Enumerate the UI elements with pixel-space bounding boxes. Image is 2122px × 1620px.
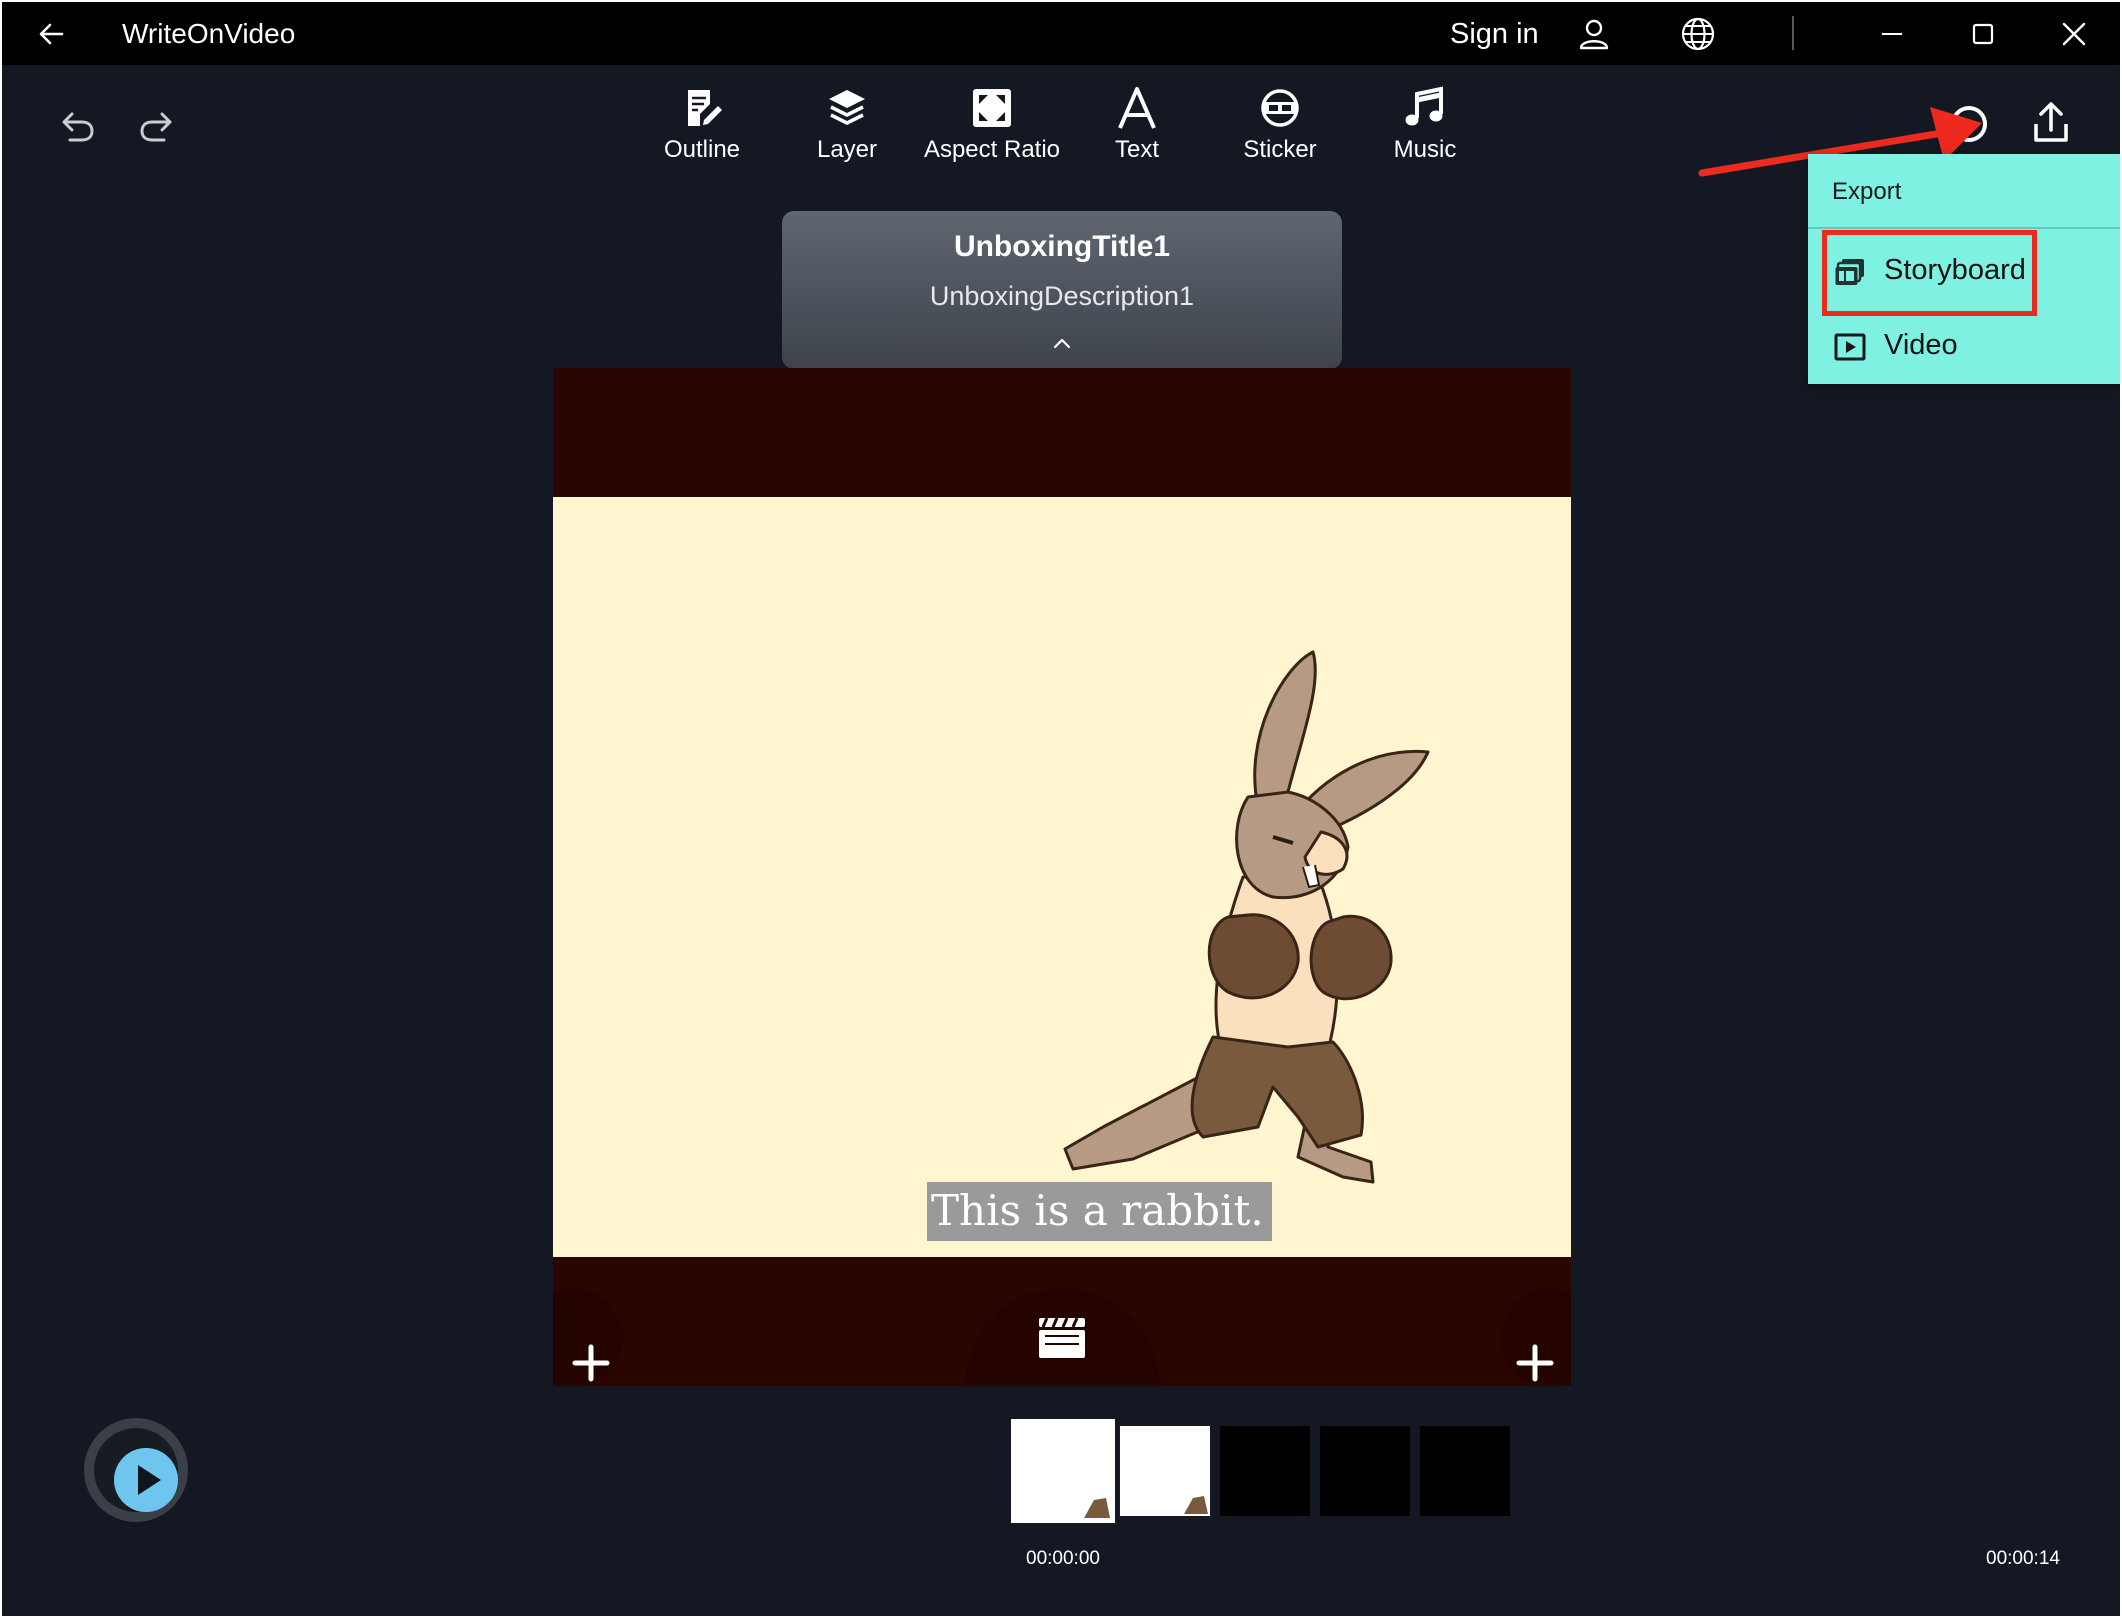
toolbar-aspect-ratio-label: Aspect Ratio bbox=[923, 136, 1061, 163]
sticker-icon bbox=[1261, 89, 1299, 127]
timeline-end-time: 00:00:14 bbox=[1986, 1548, 2060, 1569]
outline-icon bbox=[688, 90, 722, 126]
timeline-thumbnail[interactable] bbox=[1011, 1419, 1115, 1523]
clapperboard-icon[interactable] bbox=[1037, 1314, 1087, 1360]
app-title: WriteOnVideo bbox=[122, 18, 296, 49]
storyboard-highlight-box bbox=[1822, 230, 2037, 316]
timeline-thumbnail[interactable] bbox=[1120, 1426, 1210, 1516]
toolbar-layer-label: Layer bbox=[816, 136, 878, 163]
close-icon[interactable] bbox=[2054, 14, 2094, 54]
play-button-disc bbox=[114, 1448, 178, 1512]
title-bar-separator bbox=[1792, 16, 1794, 50]
export-share-icon[interactable] bbox=[2026, 98, 2076, 148]
toolbar-outline-label: Outline bbox=[663, 136, 741, 163]
timeline-thumbnail[interactable] bbox=[1420, 1426, 1510, 1516]
toolbar-outline-button[interactable]: Outline bbox=[632, 86, 772, 164]
sign-in-link[interactable]: Sign in bbox=[1450, 18, 1539, 51]
toolbar-aspect-ratio-button[interactable]: Aspect Ratio bbox=[922, 86, 1062, 164]
toolbar-text-label: Text bbox=[1114, 136, 1159, 163]
play-icon bbox=[138, 1465, 161, 1495]
globe-icon[interactable] bbox=[1678, 14, 1718, 54]
scene-title: UnboxingTitle1 bbox=[953, 230, 1171, 263]
timeline-thumbnail[interactable] bbox=[1220, 1426, 1310, 1516]
minimize-icon[interactable] bbox=[1872, 14, 1912, 54]
maximize-icon[interactable] bbox=[1963, 14, 2003, 54]
thumbnail-rabbit-image bbox=[1084, 1498, 1110, 1518]
export-video-item[interactable]: Video bbox=[1828, 311, 2108, 381]
thumbnail-rabbit-image bbox=[1184, 1496, 1208, 1514]
scene-caption[interactable]: This is a rabbit. bbox=[927, 1182, 1272, 1241]
video-icon bbox=[1834, 333, 1866, 361]
boxing-rabbit-sticker[interactable] bbox=[1043, 647, 1493, 1207]
layers-icon bbox=[829, 90, 865, 125]
scene-description: UnboxingDescription1 bbox=[929, 281, 1195, 311]
play-button[interactable] bbox=[84, 1418, 188, 1522]
back-arrow-icon[interactable] bbox=[32, 14, 72, 54]
scene-info-card[interactable]: UnboxingTitle1 UnboxingDescription1 bbox=[782, 211, 1342, 369]
add-scene-left-icon[interactable] bbox=[571, 1343, 611, 1383]
app-window: WriteOnVideo Sign in Outline Layer Aspec… bbox=[2, 2, 2120, 1616]
toolbar-layer-button[interactable]: Layer bbox=[777, 86, 917, 164]
aspect-ratio-icon bbox=[973, 89, 1011, 127]
timeline-start-time: 00:00:00 bbox=[1026, 1548, 1100, 1569]
toolbar-music-label: Music bbox=[1393, 136, 1457, 163]
play-button-ring bbox=[94, 1428, 178, 1512]
chevron-up-icon[interactable] bbox=[1047, 331, 1077, 355]
undo-icon[interactable] bbox=[56, 104, 100, 148]
redo-icon[interactable] bbox=[134, 104, 178, 148]
video-stage[interactable]: This is a rabbit. bbox=[553, 368, 1571, 1386]
export-menu-header: Export bbox=[1832, 178, 1902, 205]
scene-frame[interactable]: This is a rabbit. bbox=[553, 497, 1571, 1257]
toolbar-sticker-button[interactable]: Sticker bbox=[1210, 86, 1350, 164]
export-video-label: Video bbox=[1884, 329, 1958, 361]
export-menu-divider bbox=[1808, 227, 2120, 229]
music-note-icon bbox=[1405, 86, 1443, 126]
toolbar-sticker-label: Sticker bbox=[1243, 136, 1317, 163]
timeline-thumbnail[interactable] bbox=[1320, 1426, 1410, 1516]
toolbar-text-button[interactable]: Text bbox=[1067, 86, 1207, 164]
toolbar-music-button[interactable]: Music bbox=[1355, 86, 1495, 164]
user-icon[interactable] bbox=[1574, 14, 1614, 54]
add-scene-right-icon[interactable] bbox=[1515, 1343, 1555, 1383]
title-bar: WriteOnVideo Sign in bbox=[2, 2, 2120, 65]
text-icon bbox=[1118, 87, 1156, 129]
